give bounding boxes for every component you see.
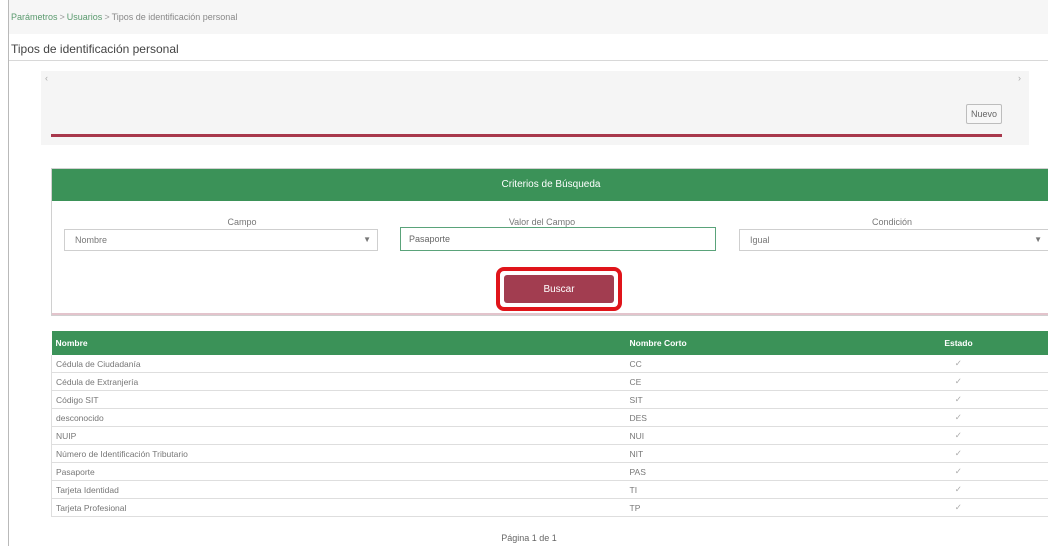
cell-nombre: Código SIT <box>51 390 626 409</box>
table-row[interactable]: Tarjeta Identidad TI ✓ <box>51 480 1048 499</box>
cell-nombre: Tarjeta Profesional <box>51 498 626 517</box>
results-table: Nombre Nombre Corto Estado Cédula de Ciu… <box>51 331 1048 517</box>
nuevo-button[interactable]: Nuevo <box>966 104 1002 124</box>
breadcrumb: Parámetros > Usuarios > Tipos de identificac… <box>9 0 1048 34</box>
criteria-divider <box>52 313 1048 315</box>
campo-label: Campo <box>227 217 257 227</box>
buscar-button[interactable]: Buscar <box>504 275 614 303</box>
breadcrumb-separator: > <box>104 12 110 22</box>
campo-select[interactable]: Nombre ▼ <box>64 229 378 251</box>
condicion-label: Condición <box>871 217 913 227</box>
column-header-estado[interactable]: Estado <box>865 331 1048 355</box>
cell-nombre: desconocido <box>51 408 626 427</box>
breadcrumb-link-parametros[interactable]: Parámetros <box>11 12 58 22</box>
table-row[interactable]: NUIP NUI ✓ <box>51 426 1048 445</box>
table-row[interactable]: Cédula de Ciudadanía CC ✓ <box>51 355 1048 373</box>
column-header-nombre-corto[interactable]: Nombre Corto <box>625 331 866 355</box>
check-icon: ✓ <box>865 355 1048 373</box>
check-icon: ✓ <box>865 426 1048 445</box>
table-header-row: Nombre Nombre Corto Estado <box>51 331 1048 355</box>
cell-nombre-corto: TP <box>625 498 866 517</box>
cell-nombre: Cédula de Ciudadanía <box>51 355 626 373</box>
check-icon: ✓ <box>865 462 1048 481</box>
cell-nombre-corto: NIT <box>625 444 866 463</box>
cell-nombre: Cédula de Extranjería <box>51 372 626 391</box>
chevron-right-icon[interactable]: › <box>1018 73 1021 83</box>
cell-nombre: Pasaporte <box>51 462 626 481</box>
cell-nombre-corto: SIT <box>625 390 866 409</box>
search-criteria-panel: Criterios de Búsqueda Campo Valor del Ca… <box>51 168 1048 316</box>
breadcrumb-current: Tipos de identificación personal <box>111 12 238 22</box>
check-icon: ✓ <box>865 390 1048 409</box>
condicion-select[interactable]: Igual ▼ <box>739 229 1048 251</box>
chevron-down-icon: ▼ <box>1034 235 1042 244</box>
cell-nombre-corto: DES <box>625 408 866 427</box>
cell-nombre: Tarjeta Identidad <box>51 480 626 499</box>
table-row[interactable]: Pasaporte PAS ✓ <box>51 462 1048 481</box>
check-icon: ✓ <box>865 408 1048 427</box>
table-row[interactable]: Número de Identificación Tributario NIT ✓ <box>51 444 1048 463</box>
check-icon: ✓ <box>865 444 1048 463</box>
check-icon: ✓ <box>865 480 1048 499</box>
cell-nombre-corto: CC <box>625 355 866 373</box>
app-frame: Parámetros > Usuarios > Tipos de identificac… <box>8 0 1048 546</box>
pagination-text: Página 1 de 1 <box>501 533 557 543</box>
chevron-down-icon: ▼ <box>363 235 371 244</box>
campo-select-value: Nombre <box>75 235 108 245</box>
condicion-select-value: Igual <box>750 235 770 245</box>
cell-nombre: NUIP <box>51 426 626 445</box>
cell-nombre-corto: CE <box>625 372 866 391</box>
table-row[interactable]: desconocido DES ✓ <box>51 408 1048 427</box>
toolbar-divider <box>51 134 1002 137</box>
page-title: Tipos de identificación personal <box>11 42 179 56</box>
cell-nombre-corto: PAS <box>625 462 866 481</box>
check-icon: ✓ <box>865 498 1048 517</box>
cell-nombre-corto: NUI <box>625 426 866 445</box>
table-row[interactable]: Tarjeta Profesional TP ✓ <box>51 498 1048 517</box>
column-header-nombre[interactable]: Nombre <box>51 331 626 355</box>
chevron-left-icon[interactable]: ‹ <box>45 73 48 83</box>
valor-campo-input[interactable] <box>400 227 716 251</box>
cell-nombre-corto: TI <box>625 480 866 499</box>
breadcrumb-link-usuarios[interactable]: Usuarios <box>67 12 103 22</box>
valor-label: Valor del Campo <box>508 217 576 227</box>
table-row[interactable]: Cédula de Extranjería CE ✓ <box>51 372 1048 391</box>
search-criteria-header: Criterios de Búsqueda <box>52 169 1048 201</box>
title-divider <box>9 60 1048 61</box>
table-row[interactable]: Código SIT SIT ✓ <box>51 390 1048 409</box>
breadcrumb-separator: > <box>59 12 65 22</box>
cell-nombre: Número de Identificación Tributario <box>51 444 626 463</box>
check-icon: ✓ <box>865 372 1048 391</box>
